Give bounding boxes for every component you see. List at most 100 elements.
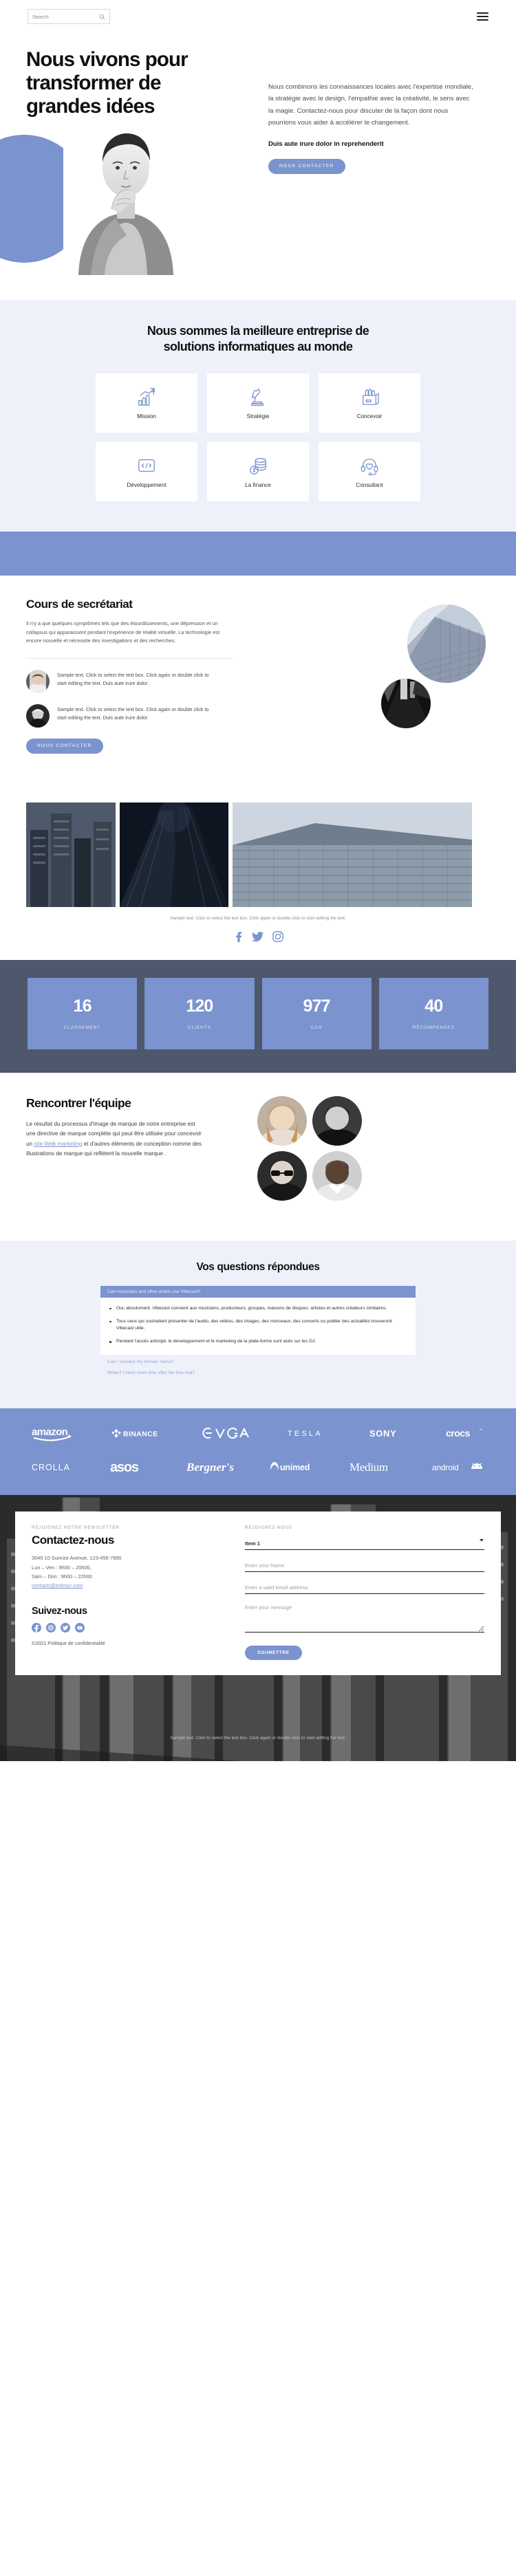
stat-card: 977 CAS: [261, 977, 372, 1049]
twitter-icon[interactable]: [251, 931, 264, 942]
message-field[interactable]: [245, 1602, 484, 1636]
stat-label: CLIENTS: [187, 1025, 211, 1031]
stat-value: 977: [303, 996, 330, 1016]
stat-value: 40: [424, 996, 443, 1016]
stat-card: 16 CLASSEMENT: [28, 977, 138, 1049]
faq-question-open[interactable]: Can musicians and other artists use Vibe…: [100, 1285, 416, 1298]
gallery-image-skyscrapers: [26, 802, 116, 907]
team-section: Rencontrer l'équipe Le résultat du proce…: [0, 1072, 516, 1241]
service-card-consultant[interactable]: Consultant: [319, 441, 420, 501]
course-contact-button[interactable]: NOUS CONTACTER: [26, 738, 103, 754]
svg-text:SONY: SONY: [369, 1428, 396, 1439]
svg-text:amazon: amazon: [32, 1426, 68, 1438]
address-line-1: 3045 10 Sunrize Avenue, 123-456-7890: [32, 1555, 122, 1562]
brand-logo-crocs: crocs ™: [446, 1427, 484, 1439]
faq-question-trial[interactable]: What if I need more time after the free …: [100, 1366, 416, 1377]
stats-section: 16 CLASSEMENT 120 CLIENTS 977 CAS 40 RÉC…: [0, 959, 516, 1073]
svg-text:asos: asos: [110, 1460, 139, 1474]
svg-text:Bergner's: Bergner's: [186, 1461, 234, 1474]
svg-text:™: ™: [479, 1428, 482, 1432]
facebook-icon[interactable]: [233, 931, 243, 942]
site-header: [0, 0, 516, 33]
email-input[interactable]: [245, 1583, 484, 1595]
instagram-icon[interactable]: [46, 1622, 56, 1633]
faq-answer-item: Pendant l'accès anticipé, le développeme…: [107, 1338, 409, 1346]
footer-section: REJOIGNEZ NOTRE NEWSLETTER Contactez-nou…: [0, 1495, 516, 1762]
svg-text:CROLLA: CROLLA: [32, 1463, 70, 1472]
team-member-photo-2: [312, 1095, 362, 1146]
testimonial-item: Sample text. Click to select the text bo…: [26, 669, 286, 693]
services-section: Nous sommes la meilleure entreprise de s…: [0, 300, 516, 532]
svg-text:BINANCE: BINANCE: [123, 1430, 158, 1439]
faq-section: Vos questions répondues Can musicians an…: [0, 1240, 516, 1409]
service-card-developpement[interactable]: Développement: [96, 441, 197, 501]
service-label: Développement: [127, 481, 166, 488]
brand-logo-sony: SONY: [369, 1428, 409, 1439]
instagram-icon[interactable]: [272, 930, 283, 942]
headset-support-icon: [361, 458, 378, 476]
service-label: Concevoir: [356, 413, 383, 419]
divider: [26, 657, 233, 659]
faq-answer-panel: Oui, absolument. Vibecast convient aux m…: [100, 1297, 416, 1355]
email-field[interactable]: [245, 1580, 484, 1595]
facebook-icon[interactable]: [32, 1622, 41, 1633]
growth-chart-flag-icon: [138, 387, 155, 406]
gallery-social-links: [26, 930, 490, 942]
testimonial-text: Sample text. Click to select the text bo…: [57, 671, 209, 686]
hero-section: Nous vivons pour transformer de grandes …: [0, 33, 516, 300]
stat-label: RÉCOMPENSES: [412, 1025, 455, 1031]
avatar: [26, 703, 50, 728]
submit-button[interactable]: SOUMETTRE: [245, 1646, 302, 1661]
page-title: Nous vivons pour transformer de grandes …: [26, 48, 189, 118]
team-member-photo-4: [312, 1150, 362, 1201]
youtube-icon[interactable]: [75, 1622, 85, 1633]
message-textarea[interactable]: [245, 1602, 484, 1633]
hamburger-menu-icon[interactable]: [477, 10, 488, 23]
search-input[interactable]: [32, 13, 99, 20]
brand-logo-unimed: unimed: [268, 1461, 320, 1473]
brand-logo-amazon: amazon: [32, 1425, 74, 1441]
svg-text:TESLA: TESLA: [288, 1430, 323, 1438]
search-box[interactable]: [28, 9, 110, 24]
service-label: Mission: [137, 413, 156, 419]
svg-text:android: android: [432, 1463, 459, 1472]
hero-contact-button[interactable]: NOUS CONTACTER: [268, 158, 345, 174]
service-card-concevoir[interactable]: Concevoir: [319, 373, 420, 433]
brand-row-2: CROLLA asos Bergner's unimed Medium andr…: [32, 1459, 484, 1474]
follow-us-title: Suivez-nous: [32, 1605, 87, 1617]
service-card-strategie[interactable]: Stratégie: [207, 373, 309, 433]
name-field[interactable]: [245, 1558, 484, 1573]
brand-logo-bergners: Bergner's: [185, 1459, 237, 1474]
brand-logo-binance: BINANCE: [111, 1428, 164, 1439]
service-card-mission[interactable]: Mission: [96, 373, 197, 433]
brand-logo-android: android: [432, 1461, 484, 1473]
team-member-photo-3: [257, 1150, 307, 1201]
stat-card: 40 RÉCOMPENSES: [378, 977, 488, 1049]
faq-question-domain[interactable]: Can I connect my domain name?: [100, 1355, 416, 1366]
services-card-grid: Mission Stratégie Concevoir Développemen…: [0, 373, 516, 501]
testimonial-text: Sample text. Click to select the text bo…: [57, 706, 209, 721]
stat-card: 120 CLIENTS: [144, 977, 255, 1049]
marketing-site-link[interactable]: site Web marketing: [34, 1141, 82, 1147]
course-paragraph: Il n'y a que quelques symptômes tels que…: [26, 620, 220, 644]
team-title: Rencontrer l'équipe: [26, 1095, 131, 1110]
subject-select[interactable]: Item 1: [245, 1539, 484, 1551]
footer-social-links: [32, 1622, 230, 1633]
footer-bottom-note: Sample text. Click to select the text bo…: [170, 1736, 346, 1741]
name-input[interactable]: [245, 1561, 484, 1573]
svg-text:crocs: crocs: [446, 1428, 471, 1439]
contact-email-link[interactable]: contacts@esbnyc.com: [32, 1582, 83, 1589]
contact-form: REJOIGNEZ-NOUS Item 1 SOUMETTRE: [245, 1525, 484, 1661]
contact-title: Contactez-nous: [32, 1533, 114, 1547]
twitter-icon[interactable]: [61, 1622, 70, 1633]
newsletter-eyebrow: REJOIGNEZ NOTRE NEWSLETTER: [32, 1525, 120, 1531]
service-card-finance[interactable]: La finance: [207, 441, 309, 501]
form-eyebrow: REJOIGNEZ-NOUS: [245, 1525, 292, 1531]
subject-select-field[interactable]: Item 1: [245, 1536, 484, 1551]
copyright-text[interactable]: ©2021 Politique de confidentialité: [32, 1640, 230, 1646]
course-photo-building: [407, 604, 486, 683]
coins-dollar-icon: [250, 457, 266, 474]
brand-row-1: amazon BINANCE TESLA SONY crocs ™: [32, 1425, 484, 1441]
brand-logo-tesla: TESLA: [288, 1428, 333, 1439]
team-member-photo-1: [257, 1095, 307, 1146]
